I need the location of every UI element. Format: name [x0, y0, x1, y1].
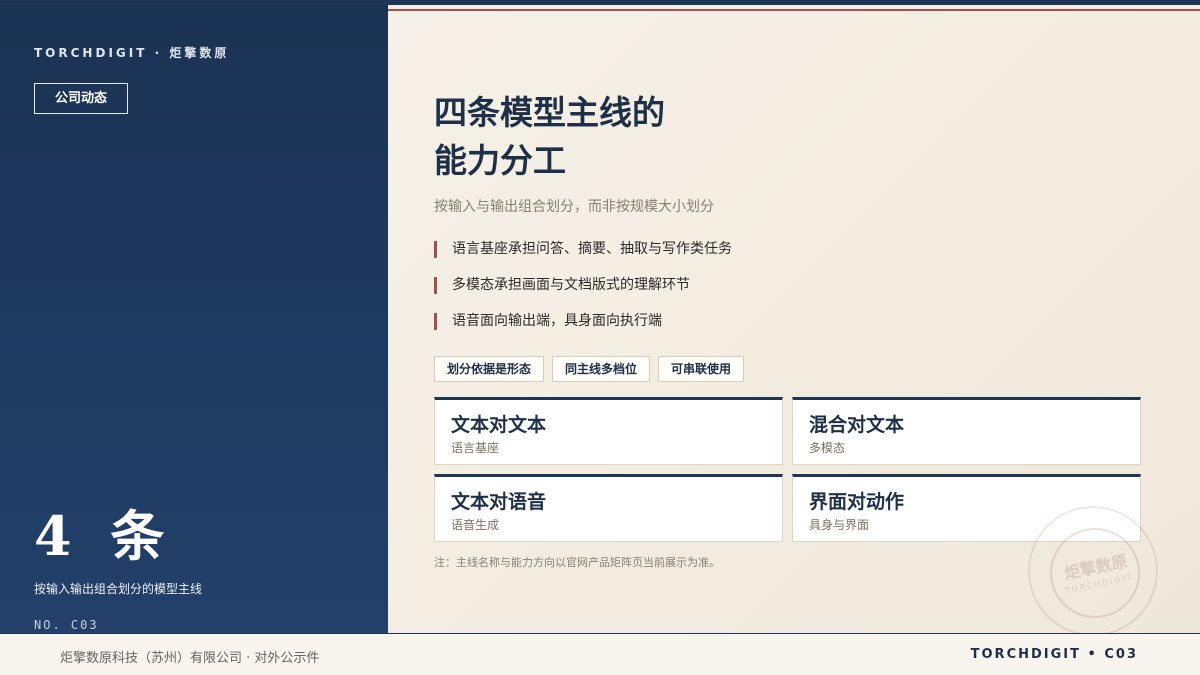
content-panel: 四条模型主线的 能力分工 按输入与输出组合划分，而非按规模大小划分 语言基座承担…: [388, 11, 1200, 636]
footer-company: 炬擎数原科技（苏州）有限公司 · 对外公示件: [60, 651, 320, 666]
model-line-card: 混合对文本 多模态: [792, 397, 1141, 465]
card-subtitle: 语言基座: [451, 441, 500, 455]
brand-label: TORCHDIGIT · 炬擎数原: [34, 46, 230, 60]
count-description: 按输入输出组合划分的模型主线: [34, 582, 203, 596]
feature-chip: 可串联使用: [658, 356, 745, 382]
page-title: 四条模型主线的 能力分工: [434, 89, 665, 185]
card-title: 文本对语音: [451, 491, 547, 513]
title-line-2: 能力分工: [434, 141, 566, 180]
card-subtitle: 具身与界面: [809, 518, 870, 532]
key-point: 语言基座承担问答、摘要、抽取与写作类任务: [434, 240, 732, 259]
feature-chips: 划分依据是形态 同主线多档位 可串联使用: [434, 356, 745, 382]
key-point: 多模态承担画面与文档版式的理解环节: [434, 276, 732, 295]
footer-page-code: TORCHDIGIT • C03: [970, 647, 1138, 662]
feature-chip: 划分依据是形态: [434, 356, 545, 382]
model-line-card: 文本对文本 语言基座: [434, 397, 783, 465]
title-line-1: 四条模型主线的: [434, 93, 665, 132]
left-panel: TORCHDIGIT · 炬擎数原 公司动态 4 条 按输入输出组合划分的模型主…: [0, 5, 388, 633]
card-subtitle: 多模态: [809, 441, 846, 455]
document-number: NO. C03: [34, 618, 99, 632]
key-points-list: 语言基座承担问答、摘要、抽取与写作类任务 多模态承担画面与文档版式的理解环节 语…: [434, 240, 732, 348]
seal-inner-ring: 炬擎数原 TORCHDIGIT: [1041, 519, 1149, 627]
feature-chip: 同主线多档位: [552, 356, 651, 382]
count-headline: 4 条: [34, 504, 175, 568]
footnote: 注：主线名称与能力方向以官网产品矩阵页当前展示为准。: [434, 556, 720, 569]
page-subtitle: 按输入与输出组合划分，而非按规模大小划分: [434, 199, 714, 215]
key-point: 语音面向输出端，具身面向执行端: [434, 312, 732, 331]
card-title: 混合对文本: [809, 414, 905, 436]
card-title: 界面对动作: [809, 491, 905, 513]
card-subtitle: 语音生成: [451, 518, 500, 532]
card-title: 文本对文本: [451, 414, 547, 436]
category-tag: 公司动态: [34, 83, 128, 114]
model-line-card: 文本对语音 语音生成: [434, 474, 783, 542]
company-seal-watermark: 炬擎数原 TORCHDIGIT: [1028, 506, 1158, 636]
page-footer: 炬擎数原科技（苏州）有限公司 · 对外公示件 TORCHDIGIT • C03: [0, 633, 1200, 675]
